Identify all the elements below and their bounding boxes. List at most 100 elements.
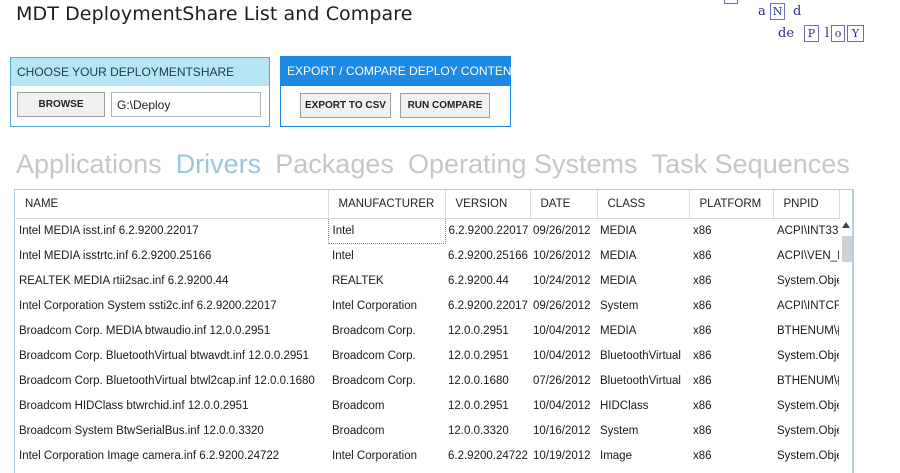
cell-class: Image — [600, 449, 632, 462]
cell-class: BluetoothVirtual — [600, 349, 681, 362]
header-row: NAME MANUFACTURER VERSION DATE CLASS PLA… — [15, 190, 840, 219]
cell-class: MEDIA — [600, 224, 637, 237]
cell-version: 6.2.9200.44 — [448, 274, 509, 287]
cell-pnpid: System.Obje — [777, 274, 839, 287]
export-compare-panel: EXPORT / COMPARE DEPLOY CONTENT EXPORT T… — [280, 56, 519, 127]
column-header-pnpid[interactable]: PNPID — [773, 190, 840, 219]
column-header-date[interactable]: DATE — [530, 190, 598, 219]
cell-pnpid: BTHENUM\{ — [777, 374, 839, 387]
tab-task-sequences[interactable]: Task Sequences — [652, 149, 850, 180]
cell-manufacturer: REALTEK — [332, 274, 384, 287]
table-row[interactable]: Broadcom Corp. MEDIA btwaudio.inf 12.0.0… — [15, 318, 839, 343]
vertical-scrollbar[interactable] — [841, 222, 852, 473]
column-header-platform[interactable]: PLATFORM — [689, 190, 774, 219]
cell-platform: x86 — [693, 449, 712, 462]
cell-version: 12.0.0.1680 — [448, 374, 509, 387]
drivers-table: NAME MANUFACTURER VERSION DATE CLASS PLA… — [15, 190, 840, 468]
cell-version: 12.0.0.2951 — [448, 349, 509, 362]
table-row[interactable]: Intel Corporation System ssti2c.inf 6.2.… — [15, 293, 839, 318]
choose-deploymentshare-panel: CHOOSE YOUR DEPLOYMENTSHARE BROWSE — [10, 57, 270, 127]
cell-date: 09/26/2012 — [533, 299, 591, 312]
column-header-class[interactable]: CLASS — [597, 190, 690, 219]
run-compare-button[interactable]: RUN COMPARE — [400, 93, 490, 118]
cell-date: 10/04/2012 — [533, 399, 591, 412]
cell-manufacturer: Broadcom — [332, 399, 385, 412]
cell-name: Broadcom Corp. BluetoothVirtual btwl2cap… — [19, 374, 315, 387]
cell-platform: x86 — [693, 424, 712, 437]
column-header-name[interactable]: NAME — [15, 190, 329, 219]
tab-packages[interactable]: Packages — [275, 149, 394, 180]
cell-platform: x86 — [693, 399, 712, 412]
cell-class: System — [600, 424, 639, 437]
cell-class: System — [600, 299, 639, 312]
column-header-manufacturer[interactable]: MANUFACTURER — [328, 190, 446, 219]
tab-operating-systems[interactable]: Operating Systems — [408, 149, 638, 180]
cell-class: MEDIA — [600, 324, 637, 337]
table-row[interactable]: Broadcom System BtwSerialBus.inf 12.0.0.… — [15, 418, 839, 443]
cell-date: 10/26/2012 — [533, 249, 591, 262]
table-row[interactable]: Broadcom Corp. BluetoothVirtual btwl2cap… — [15, 368, 839, 393]
cell-date: 10/19/2012 — [533, 449, 591, 462]
cell-pnpid: System.Obje — [777, 399, 839, 412]
cell-version: 12.0.0.2951 — [448, 324, 509, 337]
cell-name: Intel MEDIA isstrtc.inf 6.2.9200.25166 — [19, 249, 212, 262]
logo-letter: d — [793, 4, 802, 19]
cell-class: MEDIA — [600, 249, 637, 262]
cell-platform: x86 — [693, 224, 712, 237]
choose-panel-header: CHOOSE YOUR DEPLOYMENTSHARE — [11, 58, 269, 86]
scroll-up-arrow-icon[interactable] — [842, 222, 850, 228]
app-title: MDT DeploymentShare List and Compare — [16, 3, 413, 25]
cell-pnpid: System.Obje — [777, 449, 839, 462]
scrollbar-thumb[interactable] — [842, 236, 852, 262]
cell-manufacturer: Intel — [332, 249, 354, 262]
logo-letter-box: o — [831, 25, 845, 42]
cell-platform: x86 — [693, 274, 712, 287]
cell-manufacturer: Broadcom Corp. — [332, 349, 416, 362]
table-row[interactable]: REALTEK MEDIA rtii2sac.inf 6.2.9200.44 R… — [15, 268, 839, 293]
browse-button[interactable]: BROWSE — [17, 92, 105, 117]
cell-pnpid: System.Obje — [777, 349, 839, 362]
export-to-csv-button[interactable]: EXPORT TO CSV — [300, 93, 391, 118]
logo-letter: a — [758, 4, 766, 19]
cell-name: Intel Corporation Image camera.inf 6.2.9… — [19, 449, 280, 462]
table-row[interactable]: Intel MEDIA isst.inf 6.2.9200.22017 Inte… — [15, 217, 839, 244]
cell-date: 10/16/2012 — [533, 424, 591, 437]
cell-class: HIDClass — [600, 399, 649, 412]
cell-class: BluetoothVirtual — [600, 374, 681, 387]
logo-letter-box: P — [804, 25, 819, 42]
cell-pnpid: ACPI\VEN_IN — [777, 249, 839, 262]
tab-applications[interactable]: Applications — [16, 149, 162, 180]
cell-manufacturer: Intel — [327, 217, 446, 244]
cell-name: Broadcom HIDClass btwrchid.inf 12.0.0.29… — [19, 399, 249, 412]
cell-platform: x86 — [693, 349, 712, 362]
cell-name: Broadcom Corp. BluetoothVirtual btwavdt.… — [19, 349, 310, 362]
logo-letter-box: Y — [847, 25, 864, 42]
cell-date: 10/04/2012 — [533, 349, 591, 362]
cell-version: 12.0.0.3320 — [448, 424, 509, 437]
deploymentshare-path-input[interactable] — [111, 92, 261, 117]
cell-manufacturer: Broadcom Corp. — [332, 324, 416, 337]
table-row[interactable]: Broadcom Corp. BluetoothVirtual btwavdt.… — [15, 343, 839, 368]
cell-name: Broadcom System BtwSerialBus.inf 12.0.0.… — [19, 424, 264, 437]
tab-drivers[interactable]: Drivers — [176, 149, 262, 180]
cell-platform: x86 — [693, 374, 712, 387]
cell-pnpid: ACPI\INT33E — [777, 224, 839, 237]
table-row[interactable]: Intel MEDIA isstrtc.inf 6.2.9200.25166 I… — [15, 243, 839, 268]
cell-date: 09/26/2012 — [533, 224, 591, 237]
cell-platform: x86 — [693, 249, 712, 262]
cell-name: Intel Corporation System ssti2c.inf 6.2.… — [19, 299, 277, 312]
cell-version: 6.2.9200.25166 — [448, 249, 528, 262]
table-row[interactable]: Intel Corporation Image camera.inf 6.2.9… — [15, 443, 839, 468]
table-row[interactable]: Broadcom HIDClass btwrchid.inf 12.0.0.29… — [15, 393, 839, 418]
cell-platform: x86 — [693, 324, 712, 337]
cell-manufacturer: Intel Corporation — [332, 299, 418, 312]
cell-date: 10/04/2012 — [533, 324, 591, 337]
drivers-grid[interactable]: NAME MANUFACTURER VERSION DATE CLASS PLA… — [14, 189, 854, 473]
logo-letter-box — [724, 0, 738, 4]
column-header-version[interactable]: VERSION — [445, 190, 531, 219]
cell-name: Intel MEDIA isst.inf 6.2.9200.22017 — [19, 224, 199, 237]
cell-version: 12.0.0.2951 — [448, 399, 509, 412]
cell-pnpid: BTHENUM\{ — [777, 324, 839, 337]
logo-letter: l — [825, 26, 830, 41]
cell-pnpid: System.Obje — [777, 424, 839, 437]
